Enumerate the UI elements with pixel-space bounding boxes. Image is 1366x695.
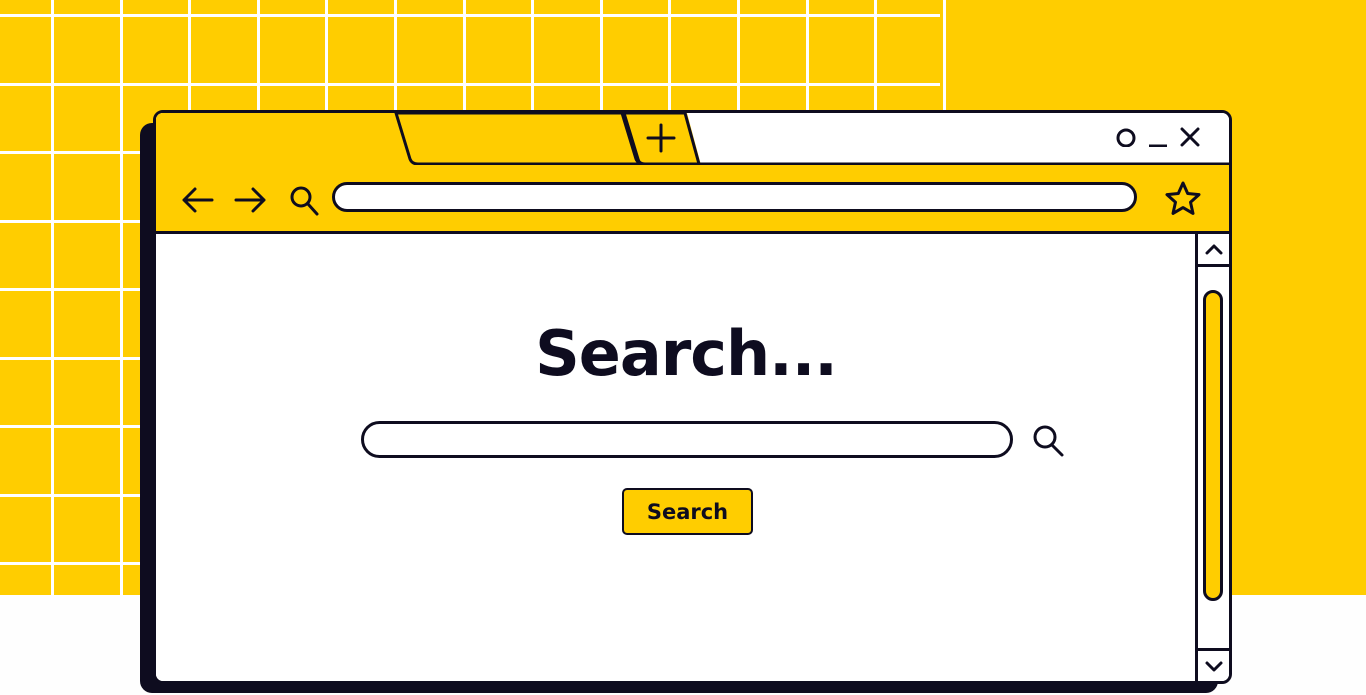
address-input[interactable] (335, 185, 1134, 209)
address-bar[interactable] (332, 182, 1137, 212)
scroll-up-button[interactable] (1198, 234, 1229, 267)
chevron-down-icon (1205, 661, 1222, 672)
circle-icon[interactable] (1115, 125, 1137, 147)
tab-strip (156, 113, 1229, 166)
grid-line (0, 82, 940, 86)
minimize-icon[interactable] (1147, 125, 1169, 147)
title-bar (156, 113, 1229, 166)
tab-active[interactable] (156, 113, 416, 165)
chevron-up-icon (1205, 244, 1222, 255)
arrow-right-icon[interactable] (232, 185, 268, 219)
search-submit-icon[interactable] (1032, 424, 1068, 462)
scroll-track[interactable] (1198, 267, 1229, 648)
search-field[interactable] (361, 421, 1013, 458)
arrow-left-icon[interactable] (180, 185, 216, 219)
close-icon[interactable] (1179, 125, 1201, 147)
page-content: Search... Search (156, 234, 1192, 681)
scroll-thumb[interactable] (1203, 289, 1223, 601)
search-icon[interactable] (289, 185, 325, 221)
grid-line (0, 14, 940, 17)
browser-window: Search... Search (153, 110, 1232, 684)
search-input[interactable] (364, 424, 1010, 455)
search-button[interactable]: Search (622, 488, 753, 535)
tab-inactive[interactable] (394, 113, 646, 166)
grid-line (119, 0, 123, 595)
star-icon[interactable] (1163, 179, 1203, 223)
scroll-down-button[interactable] (1198, 648, 1229, 681)
grid-line (51, 0, 54, 595)
vertical-scrollbar[interactable] (1195, 234, 1229, 681)
window-controls (1115, 125, 1201, 147)
page-heading: Search... (535, 317, 838, 390)
toolbar (156, 165, 1229, 234)
